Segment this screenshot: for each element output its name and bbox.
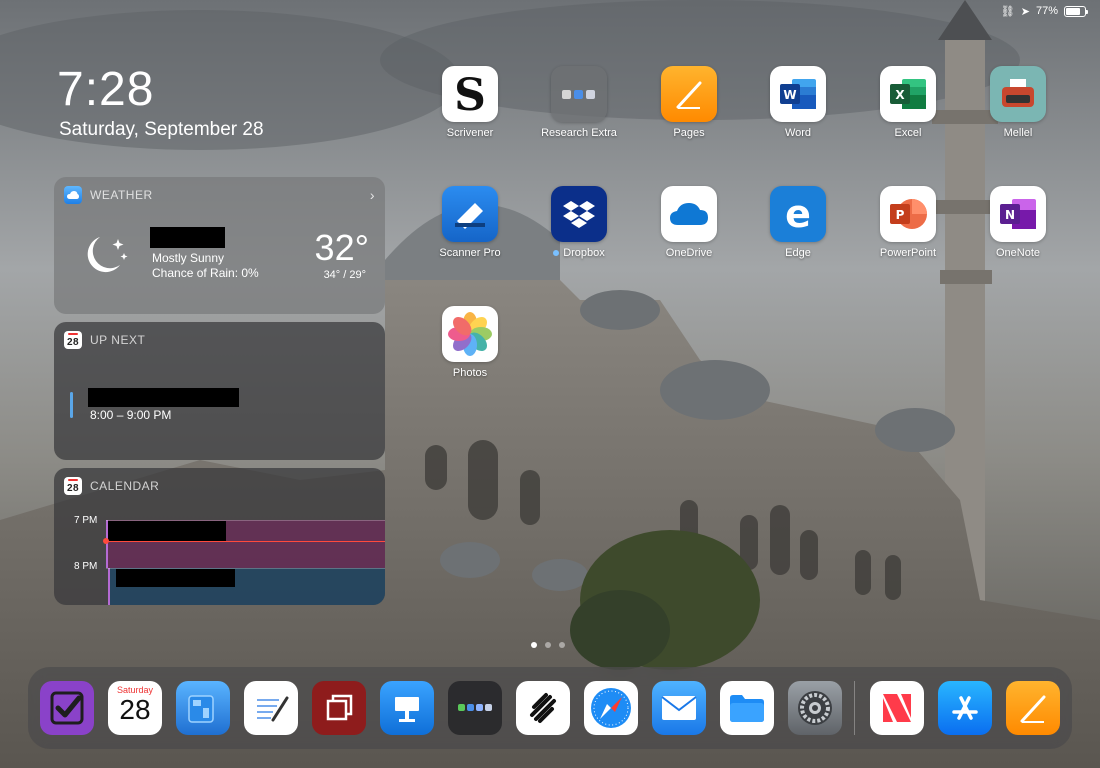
app-word[interactable]: W Word [743, 66, 853, 139]
folder-icon [551, 66, 607, 122]
redacted-event-title [88, 388, 239, 407]
location-arrow-icon: ➤ [1020, 5, 1030, 18]
redacted-event-title [116, 569, 235, 587]
page-dot[interactable] [559, 642, 565, 648]
svg-text:W: W [783, 88, 796, 102]
calendar-app-icon: 28 [64, 331, 82, 349]
weather-app-icon [64, 186, 82, 204]
scrivener-icon: S [442, 66, 498, 122]
current-time-dot [103, 538, 109, 544]
app-onenote[interactable]: N OneNote [963, 186, 1073, 259]
app-store-icon[interactable] [938, 681, 992, 735]
svg-text:N: N [1005, 208, 1015, 222]
battery-percent: 77% [1035, 5, 1058, 17]
typewriter-icon [990, 66, 1046, 122]
edge-icon: e [770, 186, 826, 242]
mail-icon[interactable] [652, 681, 706, 735]
event-color-bar [70, 392, 73, 418]
clock-date: Saturday, September 28 [59, 119, 264, 140]
powerpoint-icon: P [880, 186, 936, 242]
calendar-app-icon: 28 [64, 477, 82, 495]
scanner-icon [442, 186, 498, 242]
onenote-icon: N [990, 186, 1046, 242]
notes-pen-icon[interactable] [244, 681, 298, 735]
link-icon: ⛓ [1000, 5, 1015, 18]
excel-icon: X [880, 66, 936, 122]
chevron-right-icon[interactable]: › [370, 187, 375, 203]
app-edge[interactable]: e Edge [743, 186, 853, 259]
up-next-event-time: 8:00 – 9:00 PM [90, 408, 172, 422]
weather-widget-title: WEATHER [90, 188, 153, 202]
settings-icon[interactable] [788, 681, 842, 735]
status-bar: ⛓ ➤ 77% [1000, 3, 1088, 19]
files-icon[interactable] [720, 681, 774, 735]
svg-text:S: S [454, 72, 486, 116]
app-scrivener[interactable]: S Scrivener [415, 66, 525, 139]
safari-icon[interactable] [584, 681, 638, 735]
new-update-dot [553, 250, 560, 257]
moon-stars-icon [87, 237, 128, 273]
frame-icon[interactable] [312, 681, 366, 735]
app-research-extra-folder[interactable]: Research Extra [524, 66, 634, 139]
pages-icon[interactable] [1006, 681, 1060, 735]
svg-text:e: e [785, 195, 811, 233]
app-mellel[interactable]: Mellel [963, 66, 1073, 139]
redacted-event-title [108, 521, 226, 541]
app-powerpoint[interactable]: P PowerPoint [853, 186, 963, 259]
omnifocus-icon[interactable] [40, 681, 94, 735]
calendar-hour-label: 8 PM [74, 561, 98, 572]
calendar-icon[interactable]: Saturday 28 [108, 681, 162, 735]
page-indicator[interactable] [531, 642, 565, 648]
app-onedrive[interactable]: OneDrive [634, 186, 744, 259]
news-icon[interactable] [870, 681, 924, 735]
weather-condition: Mostly Sunny [152, 251, 225, 265]
folder-icon[interactable] [448, 681, 502, 735]
keynote-icon[interactable] [380, 681, 434, 735]
weather-temperature: 32° [314, 227, 369, 268]
current-time-line [104, 541, 385, 542]
onedrive-icon [661, 186, 717, 242]
page-dot[interactable] [531, 642, 537, 648]
up-next-widget-title: UP NEXT [90, 333, 146, 347]
weather-rain-chance: Chance of Rain: 0% [152, 266, 259, 280]
app-scanner-pro[interactable]: Scanner Pro [415, 186, 525, 259]
calendar-widget-title: CALENDAR [90, 479, 160, 493]
app-photos[interactable]: Photos [415, 306, 525, 379]
dropbox-icon [551, 186, 607, 242]
photos-icon [442, 306, 498, 362]
dock: Saturday 28 [28, 667, 1072, 749]
app-dropbox[interactable]: Dropbox [524, 186, 634, 259]
svg-text:P: P [896, 208, 905, 222]
redacted-location [150, 227, 225, 248]
weather-high-low: 34° / 29° [323, 269, 366, 281]
battery-icon [1064, 5, 1088, 17]
weather-widget[interactable]: WEATHER › Mostly Sunny Chance of Rain: 0… [54, 177, 385, 314]
page-dot[interactable] [545, 642, 551, 648]
svg-text:X: X [895, 88, 905, 102]
up-next-widget[interactable]: 28 UP NEXT 8:00 – 9:00 PM [54, 322, 385, 460]
dock-divider [854, 681, 855, 735]
word-icon: W [770, 66, 826, 122]
app-excel[interactable]: X Excel [853, 66, 963, 139]
calendar-widget[interactable]: 28 CALENDAR 7 PM 8 PM [54, 468, 385, 605]
squarespace-icon[interactable] [516, 681, 570, 735]
calendar-hour-label: 7 PM [74, 515, 98, 526]
app-pages[interactable]: Pages [634, 66, 744, 139]
pages-icon [661, 66, 717, 122]
clock-time: 7:28 [57, 63, 155, 116]
blueprint-icon[interactable] [176, 681, 230, 735]
